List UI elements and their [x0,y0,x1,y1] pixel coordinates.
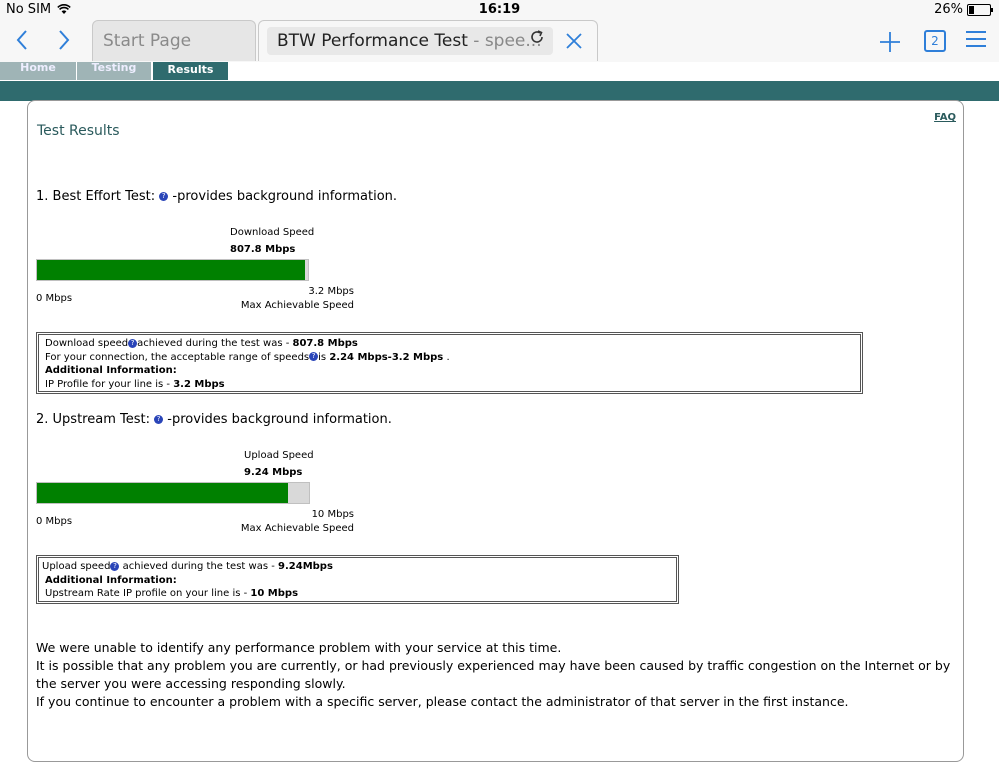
page-title: Test Results [37,123,120,139]
header-band [0,81,999,101]
upload-info-box: Upload speed? achieved during the test w… [36,555,679,604]
plus-icon[interactable] [878,26,902,59]
help-icon[interactable]: ? [128,338,138,348]
battery-percent: 26% [934,2,963,17]
address-bar[interactable]: BTW Performance Test - spee... [267,27,553,55]
summary-text: We were unable to identify any performan… [36,639,951,711]
browser-toolbar: Start Page BTW Performance Test - spee..… [0,20,999,63]
upstream-profile-line: Upstream Rate IP profile on your line is… [42,587,670,601]
help-icon[interactable]: ? [159,192,169,201]
additional-info-label: Additional Information: [45,364,854,378]
info-text: achieved during the test was - [137,338,293,349]
additional-info-label: Additional Information: [42,574,670,588]
download-min-label: 0 Mbps [36,293,73,304]
reload-icon[interactable] [529,29,545,50]
info-text: Upstream Rate IP profile on your line is… [45,588,251,600]
site-nav: Home Testing Results [0,62,999,81]
best-effort-heading-text: 1. Best Effort Test: [36,189,156,204]
tab-title: BTW Performance Test - spee... [277,31,542,51]
battery-icon [967,3,993,16]
nav-tab-results[interactable]: Results [153,62,228,80]
tab-count: 2 [931,34,939,48]
tab-start-page[interactable]: Start Page [92,20,256,61]
info-value: 2.24 Mbps-3.2 Mbps [329,351,444,363]
info-value: Additional Information: [45,365,177,377]
upload-speed-bar-fill [37,483,289,503]
results-panel: FAQ Test Results 1. Best Effort Test: ? … [27,100,964,762]
info-value: 9.24Mbps [278,561,333,572]
menu-icon[interactable] [966,31,986,47]
summary-line: If you continue to encounter a problem w… [36,694,849,709]
info-value: 10 Mbps [250,588,299,600]
summary-line: We were unable to identify any performan… [36,640,562,655]
close-icon[interactable] [565,26,583,56]
clock: 16:19 [478,2,521,17]
upload-speed-value: 9.24 Mbps [244,467,303,478]
upload-speed-bar [36,482,310,504]
info-text: IP Profile for your line is - [45,378,174,390]
info-text: achieved during the test was - [119,561,279,572]
info-value: Additional Information: [45,574,177,586]
best-effort-heading-suffix: -provides background information. [172,189,398,204]
download-speed-bar-fill [37,260,306,280]
upload-min-label: 0 Mbps [36,516,73,527]
back-icon[interactable] [10,28,34,52]
tab-btw-performance-test[interactable]: BTW Performance Test - spee... [258,20,598,61]
faq-link[interactable]: FAQ [934,112,956,123]
status-bar: No SIM 16:19 26% [0,0,999,20]
upstream-heading-suffix: -provides background information. [167,412,392,427]
upload-info-line: Upload speed? achieved during the test w… [42,560,670,574]
download-max-value: 3.2 Mbps [308,286,354,297]
download-speed-label: Download Speed [230,227,315,238]
info-text: is [318,351,330,363]
download-info-line: Download speed? achieved during the test … [45,337,854,351]
info-text: . [443,351,450,363]
help-icon[interactable]: ? [154,415,164,424]
upload-max-value: 10 Mbps [311,509,354,520]
upstream-heading: 2. Upstream Test: ? -provides background… [36,412,392,427]
info-text: Upload speed [42,561,111,572]
tab-title-main: BTW Performance Test [277,31,468,51]
download-speed-bar [36,259,309,281]
info-text: For your connection, the acceptable rang… [45,351,310,363]
upload-speed-label: Upload Speed [244,450,314,461]
ip-profile-line: IP Profile for your line is - 3.2 Mbps [45,378,854,392]
best-effort-heading: 1. Best Effort Test: ? -provides backgro… [36,189,397,204]
upstream-heading-text: 2. Upstream Test: [36,412,150,427]
upload-max-label: Max Achievable Speed [240,523,354,534]
speed-range-line: For your connection, the acceptable rang… [45,351,854,365]
download-info-box: Download speed? achieved during the test … [36,332,863,394]
help-icon[interactable]: ? [309,352,319,362]
nav-tab-home[interactable]: Home [0,62,76,80]
status-right: 26% [934,2,993,17]
forward-icon[interactable] [52,28,76,52]
summary-line: It is possible that any problem you are … [36,658,951,691]
tab-label: Start Page [103,31,192,51]
download-max-label: Max Achievable Speed [240,300,354,311]
battery-fill [969,5,975,14]
info-value: 3.2 Mbps [173,378,225,390]
nav-tab-testing[interactable]: Testing [77,62,151,80]
tabs-icon[interactable]: 2 [924,30,946,52]
info-text: Download speed [45,338,129,349]
info-value: 807.8 Mbps [292,338,358,349]
download-speed-value: 807.8 Mbps [230,244,296,255]
